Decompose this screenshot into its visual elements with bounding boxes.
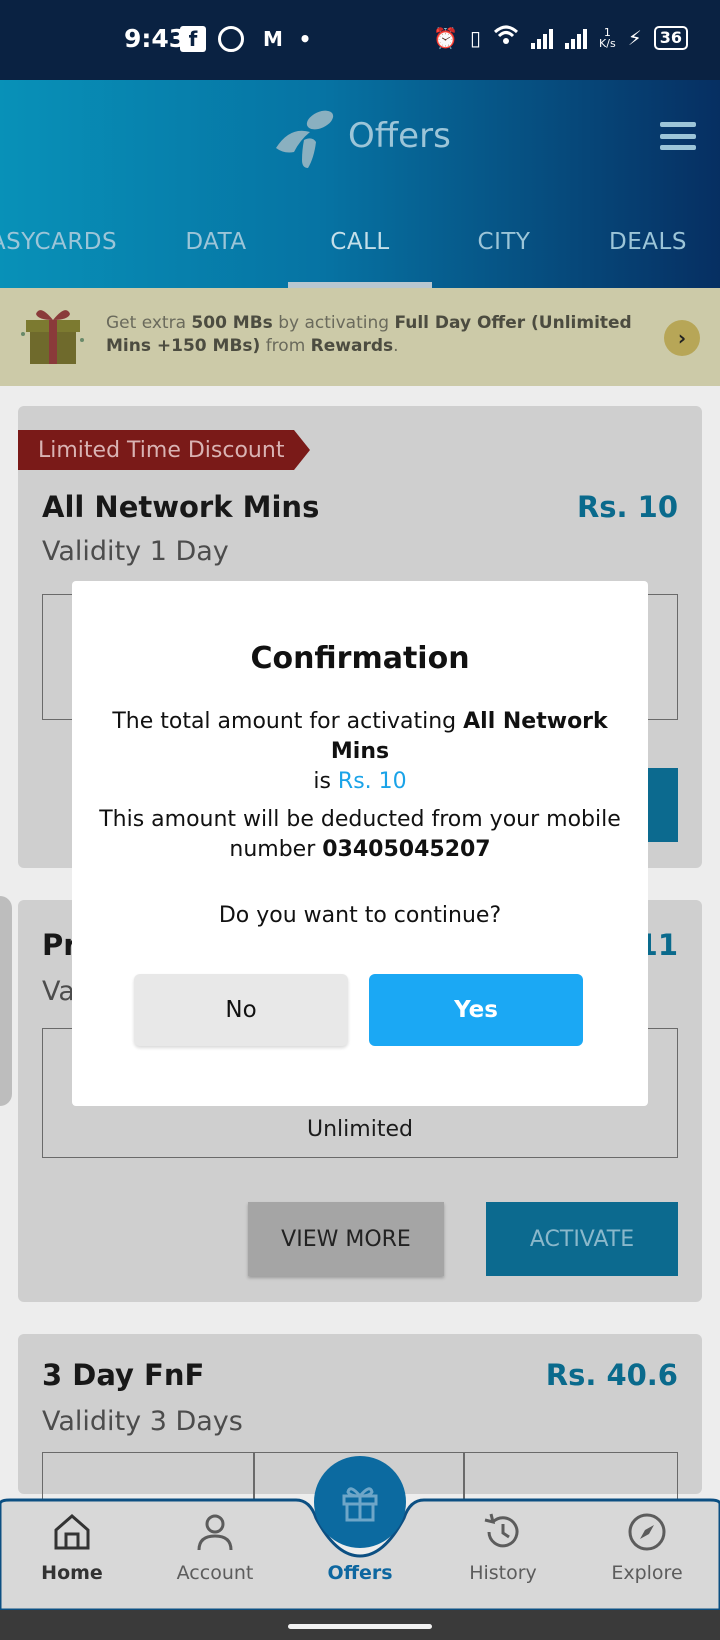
confirmation-dialog: Confirmation The total amount for activa…	[72, 581, 648, 1106]
no-button[interactable]: No	[134, 974, 348, 1046]
dialog-amount-text: The total amount for activating All Netw…	[112, 709, 608, 794]
dialog-title: Confirmation	[250, 641, 470, 676]
yes-button[interactable]: Yes	[369, 974, 583, 1046]
dialog-deduction-text: This amount will be deducted from your m…	[99, 807, 621, 862]
dialog-question: Do you want to continue?	[218, 903, 502, 928]
